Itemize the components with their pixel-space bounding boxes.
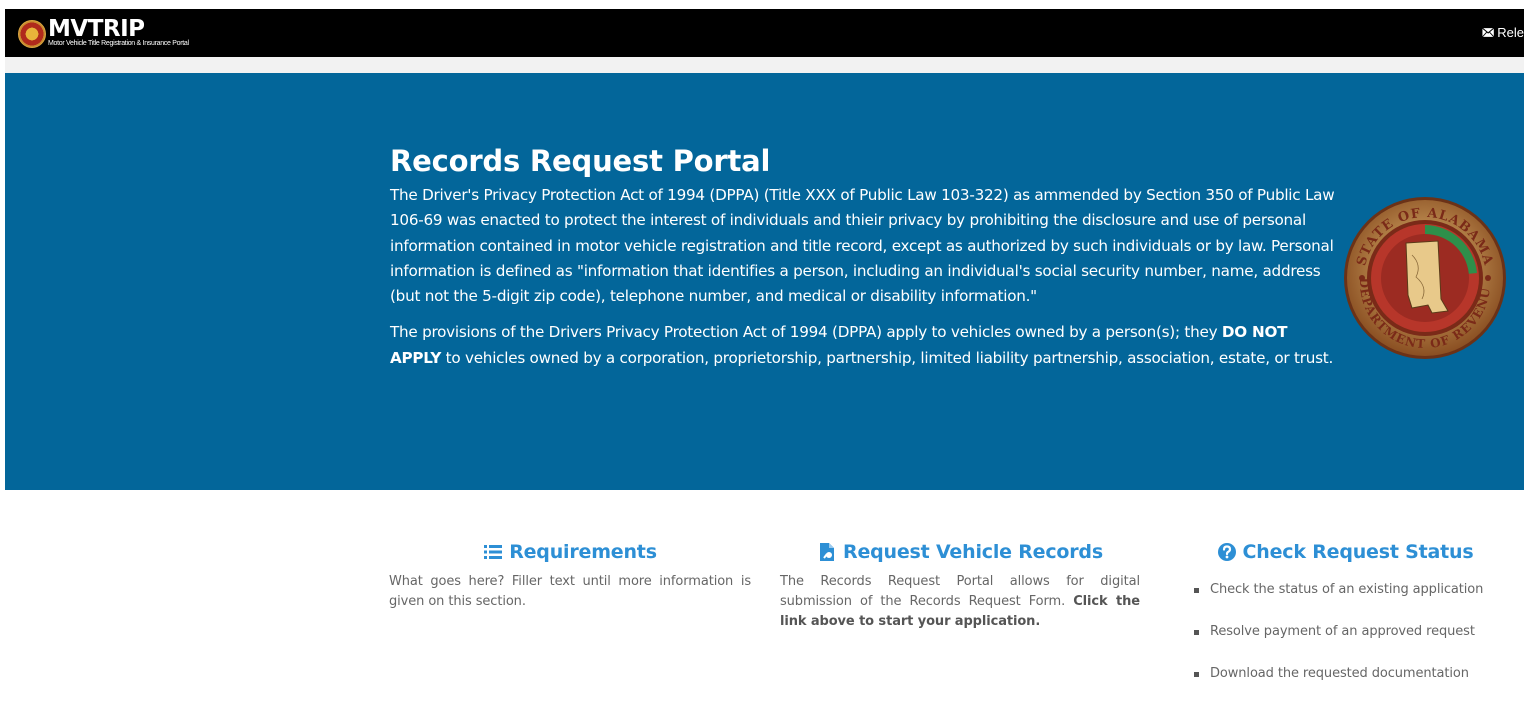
list-item: Resolve payment of an approved request [1194,622,1510,642]
request-records-column: Request Vehicle Records The Records Requ… [780,538,1140,632]
envelope-icon [1482,27,1495,38]
alabama-seal-logo-icon [18,20,46,48]
hero-banner: Records Request Portal The Driver's Priv… [5,73,1524,490]
department-of-revenue-seal-icon: STATE OF ALABAMA DEPARTMENT OF REVENUE [1342,195,1506,359]
requirements-column: Requirements What goes here? Filler text… [389,538,751,612]
nav-right-link[interactable]: Rele [1482,25,1524,40]
request-vehicle-records-title: Request Vehicle Records [843,541,1103,563]
list-item: Check the status of an existing applicat… [1194,580,1510,600]
list-icon [484,545,503,559]
list-item: Download the requested documentation [1194,664,1510,684]
question-circle-icon [1217,543,1236,561]
brand-subtitle: Motor Vehicle Title Registration & Insur… [48,40,189,47]
hero-content: Records Request Portal The Driver's Priv… [390,143,1340,382]
brand-title: MVTRIP [48,16,145,42]
check-status-column: Check Request Status Check the status of… [1180,538,1510,706]
check-request-status-title: Check Request Status [1242,541,1474,563]
dppa-paragraph: The Driver's Privacy Protection Act of 1… [390,186,1335,306]
requirements-text: What goes here? Filler text until more i… [389,574,751,609]
top-navbar: MVTRIP Motor Vehicle Title Registration … [5,9,1524,57]
requirements-link[interactable]: Requirements [389,538,751,566]
request-records-text: The Records Request Portal allows for di… [780,572,1140,632]
navbar-spacer-bar [5,57,1524,73]
check-request-status-link[interactable]: Check Request Status [1180,538,1510,566]
provisions-text-after: to vehicles owned by a corporation, prop… [441,348,1334,367]
requirements-title: Requirements [509,541,657,563]
page-title: Records Request Portal [390,144,771,178]
file-request-icon [820,543,835,561]
status-feature-list: Check the status of an existing applicat… [1180,580,1510,684]
request-vehicle-records-link[interactable]: Request Vehicle Records [780,538,1140,566]
dppa-provisions-paragraph: The provisions of the Drivers Privacy Pr… [390,320,1340,371]
provisions-text-before: The provisions of the Drivers Privacy Pr… [390,323,1222,342]
nav-right-label: Rele [1497,25,1524,40]
